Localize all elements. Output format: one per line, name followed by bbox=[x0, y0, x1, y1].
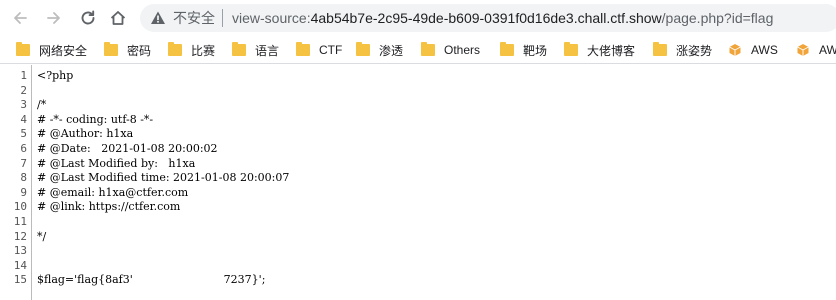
bookmark-label: 大佬博客 bbox=[587, 43, 636, 58]
folder-icon bbox=[296, 42, 310, 56]
url-host: 4ab54b7e-2c95-49de-b609-0391f0d16de3.cha… bbox=[310, 10, 662, 26]
reload-icon bbox=[81, 10, 95, 25]
bookmark-label: CTF bbox=[319, 43, 343, 57]
bookmark-aws[interactable]: AWS bbox=[728, 41, 778, 59]
bookmark-mima[interactable]: 密码 bbox=[104, 41, 151, 59]
bookmark-label: 网络安全 bbox=[39, 43, 88, 58]
bookmark-label: Others bbox=[444, 43, 481, 57]
line-number-gutter: 1 2 3 4 5 6 7 8 9 10 11 12 13 14 15 bbox=[0, 65, 32, 300]
browser-toolbar: 不安全 view-source:4ab54b7e-2c95-49de-b609-… bbox=[0, 0, 836, 36]
aws-cube-icon bbox=[797, 44, 809, 56]
source-line: */ bbox=[37, 229, 47, 243]
line-number: 13 bbox=[13, 244, 27, 258]
folder-icon bbox=[500, 42, 514, 56]
omnibox-divider bbox=[222, 9, 223, 27]
line-number: 1 bbox=[20, 69, 27, 82]
bookmark-label: AW bbox=[819, 43, 836, 57]
bookmark-shentou[interactable]: 渗透 bbox=[356, 41, 403, 59]
back-button[interactable] bbox=[8, 6, 32, 30]
folder-icon bbox=[168, 42, 182, 56]
bookmark-dalaobokecolon[interactable]: 大佬博客 bbox=[564, 41, 635, 59]
bookmark-bisai[interactable]: 比赛 bbox=[168, 41, 215, 59]
source-line: # @Last Modified time: 2021-01-08 20:00:… bbox=[37, 171, 290, 185]
bookmarks-bar: 网络安全 密码 比赛 语言 CTF 渗透 Others 靶场 大佬博客 涨姿势 … bbox=[0, 36, 836, 64]
bookmark-ctf[interactable]: CTF bbox=[296, 41, 342, 59]
bookmark-label: AWS bbox=[751, 43, 778, 57]
url-scheme: view-source: bbox=[232, 10, 311, 26]
line-number: 11 bbox=[13, 215, 27, 228]
folder-icon bbox=[421, 42, 435, 56]
arrow-left-icon bbox=[14, 12, 27, 24]
url-text[interactable]: view-source:4ab54b7e-2c95-49de-b609-0391… bbox=[232, 10, 773, 26]
line-number: 3 bbox=[20, 98, 27, 112]
line-number: 7 bbox=[20, 156, 27, 170]
folder-icon bbox=[16, 42, 30, 56]
source-line: # @link: https://ctfer.com bbox=[37, 200, 181, 214]
line-number: 5 bbox=[20, 127, 27, 141]
folder-icon bbox=[232, 42, 246, 56]
source-line: # @email: h1xa@ctfer.com bbox=[37, 185, 189, 199]
folder-icon bbox=[653, 42, 667, 56]
source-line: # @Author: h1xa bbox=[37, 127, 134, 141]
folder-icon bbox=[104, 42, 118, 56]
line-number: 9 bbox=[20, 185, 27, 199]
bookmark-bachang[interactable]: 靶场 bbox=[500, 41, 547, 59]
reload-button[interactable] bbox=[76, 6, 100, 30]
bookmark-label: 渗透 bbox=[379, 43, 404, 58]
source-view: 1 2 3 4 5 6 7 8 9 10 11 12 13 14 15 <?ph… bbox=[0, 65, 836, 300]
line-number: 4 bbox=[20, 112, 27, 126]
line-number: 6 bbox=[20, 142, 27, 155]
bookmark-label: 比赛 bbox=[191, 43, 216, 58]
bookmark-zhangzishi[interactable]: 涨姿势 bbox=[653, 41, 712, 59]
line-number: 12 bbox=[13, 229, 27, 243]
bookmark-label: 密码 bbox=[127, 43, 152, 58]
line-number: 15 bbox=[13, 273, 27, 287]
security-status-label[interactable]: 不安全 bbox=[173, 10, 215, 26]
source-line: # @Date: 2021-01-08 20:00:02 bbox=[37, 142, 218, 155]
bookmark-yuyan[interactable]: 语言 bbox=[232, 41, 279, 59]
bookmark-label: 靶场 bbox=[523, 43, 548, 58]
warning-icon[interactable] bbox=[150, 10, 166, 26]
line-number: 2 bbox=[20, 83, 27, 97]
line-number: 14 bbox=[13, 258, 27, 272]
home-icon bbox=[110, 11, 126, 25]
arrow-right-icon bbox=[47, 12, 60, 24]
forward-button[interactable] bbox=[42, 6, 66, 30]
bookmark-others[interactable]: Others bbox=[421, 41, 480, 59]
folder-icon bbox=[356, 42, 370, 56]
folder-icon bbox=[564, 42, 578, 56]
bookmark-wangluoanquan[interactable]: 网络安全 bbox=[16, 41, 87, 59]
url-path: /page.php?id=flag bbox=[661, 10, 774, 26]
home-button[interactable] bbox=[106, 6, 130, 30]
bookmark-aws-2[interactable]: AW bbox=[796, 41, 836, 59]
source-line: $flag='flag{8af3' 7237}'; bbox=[37, 273, 266, 287]
source-line: # -*- coding: utf-8 -*- bbox=[37, 112, 154, 126]
source-line: <?php bbox=[37, 69, 74, 82]
line-number: 10 bbox=[13, 200, 27, 214]
source-line: # @Last Modified by: h1xa bbox=[37, 156, 196, 170]
source-line: /* bbox=[37, 98, 47, 112]
line-number: 8 bbox=[20, 171, 27, 185]
address-bar[interactable]: 不安全 view-source:4ab54b7e-2c95-49de-b609-… bbox=[140, 4, 836, 32]
bookmark-label: 语言 bbox=[255, 43, 280, 58]
bookmark-label: 涨姿势 bbox=[676, 43, 713, 58]
aws-cube-icon bbox=[729, 44, 741, 56]
